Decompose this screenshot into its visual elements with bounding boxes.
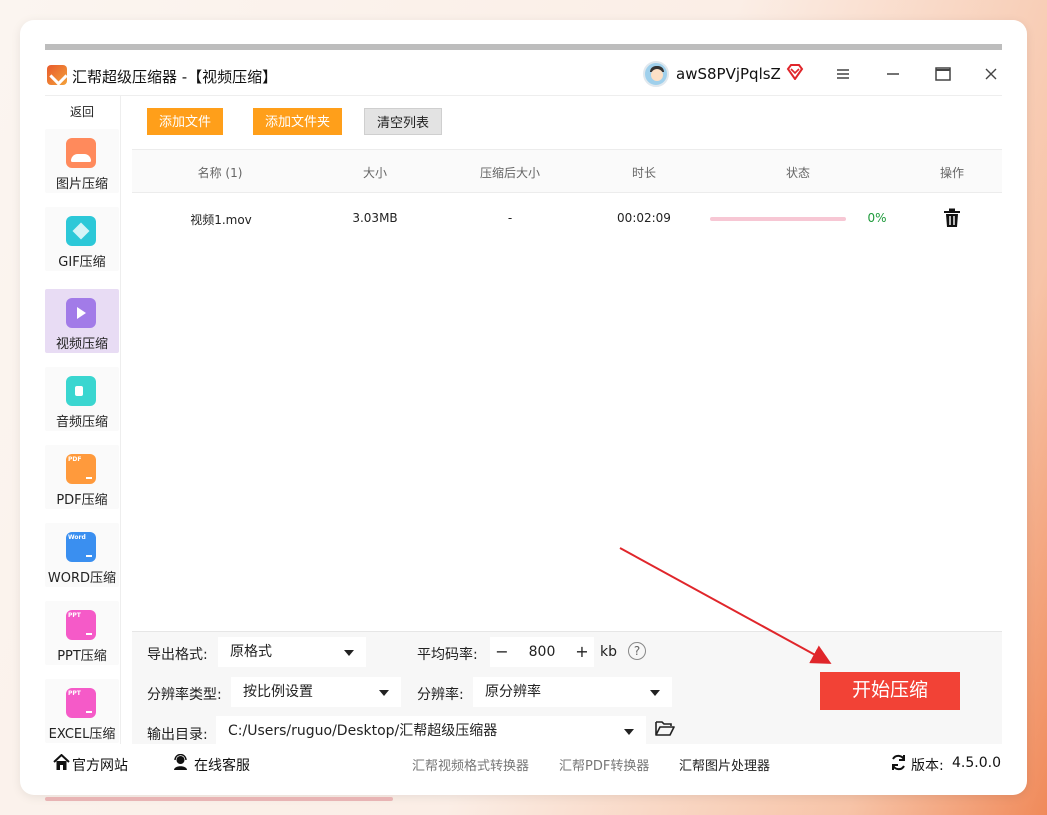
word-file-icon: Word (66, 532, 96, 562)
menu-button[interactable] (831, 62, 855, 86)
sidebar-item-word-file[interactable]: Word WORD压缩 (45, 523, 119, 587)
bitrate-unit: kb (600, 644, 617, 660)
audio-icon (66, 376, 96, 406)
chevron-down-icon (379, 690, 389, 696)
chevron-down-icon (624, 729, 634, 735)
start-compress-button[interactable]: 开始压缩 (820, 672, 960, 710)
maximize-button[interactable] (931, 62, 955, 86)
sidebar-item-pdf-file[interactable]: PDF PDF压缩 (45, 445, 119, 509)
sidebar-item-gif[interactable]: GIF压缩 (45, 207, 119, 271)
window-title: 汇帮超级压缩器 -【视频压缩】 (72, 68, 278, 86)
sidebar-item-image[interactable]: 图片压缩 (45, 129, 119, 193)
export-format-value: 原格式 (230, 644, 272, 660)
user-avatar[interactable] (643, 61, 669, 87)
table-header: 名称 (1) 大小 压缩后大小 时长 状态 操作 (132, 149, 1002, 193)
user-name[interactable]: awS8PVjPqlsZ (676, 65, 781, 83)
increment-button[interactable]: + (570, 637, 594, 667)
official-website-link[interactable]: 官方网站 (72, 755, 128, 775)
bottom-decoration-bar (45, 797, 393, 801)
ppt-file-icon: PPT (66, 610, 96, 640)
file-name-cell: 视频1.mov (190, 213, 252, 227)
sidebar-item-audio[interactable]: 音频压缩 (45, 367, 119, 431)
pdf-file-icon: PDF (66, 454, 96, 484)
chevron-down-icon (344, 650, 354, 656)
output-dir-select[interactable]: C:/Users/ruguo/Desktop/汇帮超级压缩器 (216, 716, 646, 745)
settings-panel: 导出格式: 原格式 平均码率: − 800 + kb ? 分辨率类型: 按比例设… (132, 631, 1002, 745)
clear-list-button[interactable]: 清空列表 (364, 108, 443, 135)
add-folder-button[interactable]: 添加文件夹 (253, 108, 343, 135)
bitrate-stepper[interactable]: − 800 + (490, 637, 594, 667)
online-support-link[interactable]: 在线客服 (194, 755, 250, 775)
sidebar-item-video-play[interactable]: 视频压缩 (45, 289, 119, 353)
version-label: 版本: (911, 758, 944, 774)
sidebar-item-label: GIF压缩 (58, 255, 106, 270)
video-play-icon (66, 298, 96, 328)
hamburger-icon (837, 69, 849, 79)
sidebar-item-label: WORD压缩 (47, 571, 117, 586)
export-format-select[interactable]: 原格式 (218, 637, 366, 667)
column-header-name[interactable]: 名称 (1) (180, 164, 260, 181)
sidebar-item-label: 图片压缩 (55, 177, 108, 192)
resolution-type-select[interactable]: 按比例设置 (231, 677, 401, 707)
sidebar-item-label: 音频压缩 (55, 415, 108, 430)
column-header-size[interactable]: 大小 (345, 164, 405, 181)
column-header-duration[interactable]: 时长 (614, 164, 674, 181)
help-icon[interactable]: ? (628, 642, 646, 660)
image-icon (66, 138, 96, 168)
excel-file-icon: PPT (66, 688, 96, 718)
resolution-value: 原分辨率 (485, 684, 541, 700)
output-dir-label: 输出目录: (147, 727, 208, 743)
pdf-converter-link[interactable]: 汇帮PDF转换器 (559, 755, 649, 774)
sidebar-item-label: PDF压缩 (56, 493, 108, 508)
table-row[interactable]: 视频1.mov 3.03MB - 00:02:09 0% (132, 204, 1002, 234)
minimize-button[interactable] (881, 62, 905, 86)
close-button[interactable] (979, 62, 1003, 86)
resolution-type-label: 分辨率类型: (147, 687, 222, 703)
sidebar: 返回 图片压缩 GIF压缩视频压缩音频压缩 PDF PDF压缩 Word WORD压缩 PP… (45, 96, 121, 744)
duration-cell: 00:02:09 (617, 211, 671, 225)
column-header-compressed-size[interactable]: 压缩后大小 (470, 164, 550, 181)
chevron-down-icon (650, 690, 660, 696)
maximize-icon (935, 67, 951, 81)
app-logo-icon (47, 65, 67, 85)
resolution-select[interactable]: 原分辨率 (473, 677, 672, 707)
progress-bar (710, 217, 846, 221)
refresh-icon[interactable] (890, 754, 907, 771)
sidebar-item-label: EXCEL压缩 (48, 727, 116, 742)
avg-bitrate-label: 平均码率: (417, 647, 478, 663)
version-value: 4.5.0.0 (952, 755, 1001, 771)
main-panel: 添加文件 添加文件夹 清空列表 名称 (1) 大小 压缩后大小 时长 状态 操作… (132, 96, 1002, 745)
gif-icon (66, 216, 96, 246)
export-format-label: 导出格式: (147, 647, 208, 663)
headset-icon (174, 754, 187, 770)
close-icon (985, 68, 997, 80)
folder-open-icon[interactable] (655, 720, 675, 736)
sidebar-item-ppt-file[interactable]: PPT PPT压缩 (45, 601, 119, 665)
add-file-button[interactable]: 添加文件 (147, 108, 224, 135)
sidebar-item-label: 视频压缩 (55, 337, 108, 352)
image-processor-link[interactable]: 汇帮图片处理器 (679, 755, 770, 774)
compressed-size-cell: - (507, 211, 513, 225)
output-dir-value: C:/Users/ruguo/Desktop/汇帮超级压缩器 (228, 723, 498, 739)
trash-icon[interactable] (943, 208, 961, 228)
title-bar: 汇帮超级压缩器 -【视频压缩】 awS8PVjPqlsZ (45, 56, 1002, 96)
progress-percent: 0% (867, 211, 887, 225)
sidebar-item-label: PPT压缩 (57, 649, 107, 664)
resolution-type-value: 按比例设置 (243, 684, 313, 700)
bitrate-value[interactable]: 800 (514, 637, 570, 667)
column-header-status[interactable]: 状态 (768, 164, 828, 181)
sidebar-item-excel-file[interactable]: PPT EXCEL压缩 (45, 679, 119, 743)
vip-diamond-icon[interactable] (786, 64, 804, 80)
video-converter-link[interactable]: 汇帮视频格式转换器 (412, 755, 529, 774)
back-button[interactable]: 返回 (45, 100, 119, 124)
resolution-label: 分辨率: (417, 687, 464, 703)
column-header-actions[interactable]: 操作 (922, 164, 982, 181)
minimize-icon (887, 73, 899, 75)
footer: 官方网站 在线客服 汇帮视频格式转换器 汇帮PDF转换器 汇帮图片处理器 版本:… (45, 745, 1002, 781)
decrement-button[interactable]: − (490, 637, 514, 667)
file-size-cell: 3.03MB (352, 211, 398, 225)
home-icon (53, 754, 70, 770)
top-decoration-bar (45, 44, 1002, 50)
